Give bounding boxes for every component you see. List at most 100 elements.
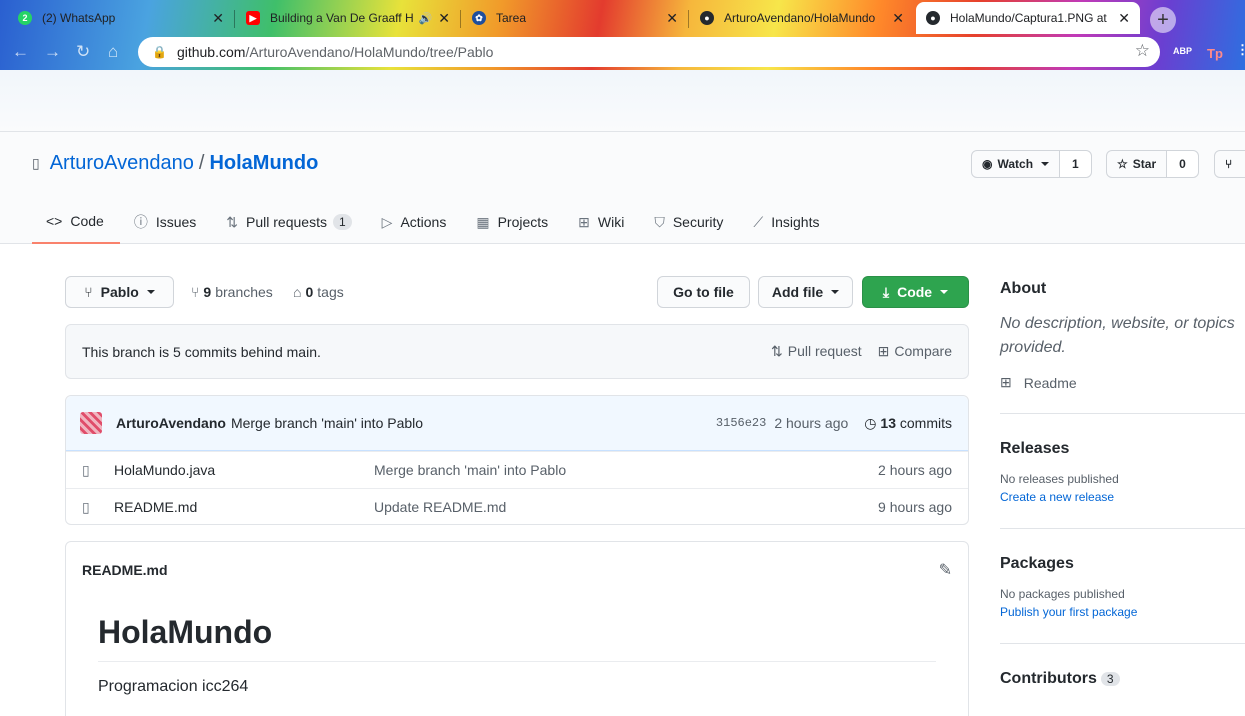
extension-icon[interactable]: Tp: [1207, 46, 1223, 61]
lock-icon[interactable]: 🔒: [152, 45, 167, 59]
close-tab-icon[interactable]: ✕: [892, 10, 904, 27]
table-row: ▯ README.md Update README.md 9 hours ago: [66, 488, 968, 525]
fork-button[interactable]: ⑂: [1214, 150, 1245, 178]
pull-request-icon: ⇅: [771, 343, 783, 359]
pencil-icon[interactable]: ✎: [939, 560, 952, 580]
url-host: github.com: [176, 44, 246, 60]
back-icon[interactable]: ←: [12, 42, 29, 62]
star-label: Star: [1132, 157, 1157, 171]
divider: [1000, 643, 1245, 644]
pull-request-label: Pull request: [787, 343, 862, 359]
tags-link[interactable]: ⌂ 0 tags: [293, 284, 344, 300]
close-tab-icon[interactable]: ✕: [212, 10, 224, 27]
publish-package-link[interactable]: Publish your first package: [1000, 605, 1245, 619]
repo-owner-link[interactable]: ArturoAvendano: [50, 152, 194, 175]
chevron-down-icon: [146, 290, 155, 294]
readme-body: HolaMundo Programacion icc264: [66, 598, 968, 712]
adblock-extension-icon[interactable]: ABP: [1173, 46, 1192, 56]
home-icon[interactable]: ⌂: [108, 42, 118, 62]
browser-tab-whatsapp[interactable]: 2 (2) WhatsApp ✕: [8, 2, 234, 34]
go-to-file-button[interactable]: Go to file: [657, 276, 750, 308]
tab-insights[interactable]: ⟋ Insights: [739, 200, 835, 244]
close-tab-icon[interactable]: ✕: [666, 10, 678, 27]
tab-title: ArturoAvendano/HolaMundo: [724, 11, 876, 25]
commit-sha[interactable]: 3156e23: [716, 416, 766, 430]
tab-label: Projects: [497, 214, 549, 230]
browser-tab-tarea[interactable]: ✿ Tarea ✕: [462, 2, 688, 34]
compare-link[interactable]: ⊞ Compare: [878, 343, 952, 360]
tab-title: HolaMundo/Captura1.PNG at: [950, 11, 1107, 25]
file-name-link[interactable]: HolaMundo.java: [114, 462, 374, 478]
speaker-icon[interactable]: 🔊: [419, 12, 433, 25]
commits-label: commits: [899, 414, 952, 431]
watch-button[interactable]: ◉ Watch 1: [971, 150, 1092, 178]
tab-pull-requests[interactable]: ⇅ Pull requests 1: [212, 200, 367, 244]
go-to-file-label: Go to file: [673, 284, 734, 300]
commit-age: 2 hours ago: [774, 415, 849, 431]
add-file-label: Add file: [771, 284, 824, 300]
bookmark-star-icon[interactable]: ☆: [1135, 41, 1150, 61]
new-tab-button[interactable]: +: [1150, 7, 1176, 33]
readme-link[interactable]: ⊞ Readme: [1000, 374, 1245, 391]
eye-icon: ◉: [982, 157, 993, 171]
menu-icon[interactable]: ⋮: [1236, 42, 1245, 58]
play-icon: ▷: [381, 213, 393, 230]
commits-link[interactable]: ◷ 13 commits: [864, 415, 952, 432]
avatar[interactable]: [80, 412, 102, 434]
pull-request-link[interactable]: ⇅ Pull request: [771, 343, 862, 360]
address-bar[interactable]: 🔒 github.com/ArturoAvendano/HolaMundo/tr…: [138, 37, 1160, 67]
readme-link-label: Readme: [1023, 374, 1077, 391]
graph-icon: ⟋: [753, 213, 764, 230]
star-icon: ☆: [1117, 157, 1128, 171]
file-commit-message[interactable]: Update README.md: [374, 499, 878, 515]
create-release-link[interactable]: Create a new release: [1000, 490, 1245, 504]
tab-projects[interactable]: ▦ Projects: [462, 200, 564, 244]
divider: [1000, 413, 1245, 414]
repo-separator: /: [198, 152, 205, 174]
browser-tab-github-captura[interactable]: ● HolaMundo/Captura1.PNG at ✕: [916, 2, 1140, 34]
add-file-button[interactable]: Add file: [758, 276, 853, 308]
reload-icon[interactable]: ↻: [76, 42, 90, 62]
branch-icon: ⑂: [84, 284, 93, 300]
tab-issues[interactable]: ⓘ Issues: [120, 200, 212, 244]
pull-request-icon: ⇅: [226, 213, 239, 230]
table-row: ▯ HolaMundo.java Merge branch 'main' int…: [66, 451, 968, 488]
url-path: /ArturoAvendano/HolaMundo/tree/Pablo: [245, 44, 494, 60]
browser-tab-github-repo[interactable]: ● ArturoAvendano/HolaMundo ✕: [690, 2, 914, 34]
commit-message[interactable]: Merge branch 'main' into Pablo: [231, 415, 423, 431]
star-button[interactable]: ☆ Star 0: [1106, 150, 1199, 178]
file-icon: ▯: [82, 498, 90, 515]
forward-icon[interactable]: →: [44, 42, 61, 62]
repo-title: ▯ ArturoAvendano / HolaMundo: [32, 152, 318, 175]
tab-wiki[interactable]: ⊞ Wiki: [564, 200, 640, 244]
project-icon: ▦: [476, 213, 490, 230]
code-download-button[interactable]: ⤓ Code: [862, 276, 969, 308]
code-button-label: Code: [897, 284, 933, 300]
tab-code[interactable]: <> Code: [32, 200, 120, 244]
packages-title[interactable]: Packages: [1000, 555, 1245, 573]
contributors-heading[interactable]: Contributors 3: [1000, 670, 1245, 688]
tab-label: Actions: [400, 214, 447, 230]
watch-label: Watch: [997, 157, 1034, 171]
browser-tab-youtube[interactable]: ▶ Building a Van De Graaff H 🔊 ✕: [236, 2, 460, 34]
branch-behind-notice: This branch is 5 commits behind main. ⇅ P…: [65, 324, 969, 379]
branch-select-button[interactable]: ⑂ Pablo: [65, 276, 174, 308]
branches-count: 9: [203, 284, 212, 300]
file-commit-message[interactable]: Merge branch 'main' into Pablo: [374, 462, 878, 478]
contributors-count: 3: [1100, 672, 1120, 686]
close-tab-icon[interactable]: ✕: [1118, 10, 1130, 27]
shield-icon: ⛉: [654, 213, 665, 230]
pull-requests-count: 1: [332, 214, 352, 230]
download-icon: ⤓: [882, 283, 890, 300]
watch-count[interactable]: 1: [1059, 151, 1091, 177]
tab-label: Issues: [155, 214, 197, 230]
star-count[interactable]: 0: [1166, 151, 1198, 177]
file-name-link[interactable]: README.md: [114, 499, 374, 515]
releases-title[interactable]: Releases: [1000, 440, 1245, 458]
close-tab-icon[interactable]: ✕: [438, 10, 450, 27]
repo-name-link[interactable]: HolaMundo: [209, 152, 318, 175]
tab-actions[interactable]: ▷ Actions: [368, 200, 463, 244]
commit-author[interactable]: ArturoAvendano: [116, 415, 226, 431]
tab-security[interactable]: ⛉ Security: [640, 200, 739, 244]
branches-link[interactable]: ⑂ 9 branches: [191, 284, 273, 300]
